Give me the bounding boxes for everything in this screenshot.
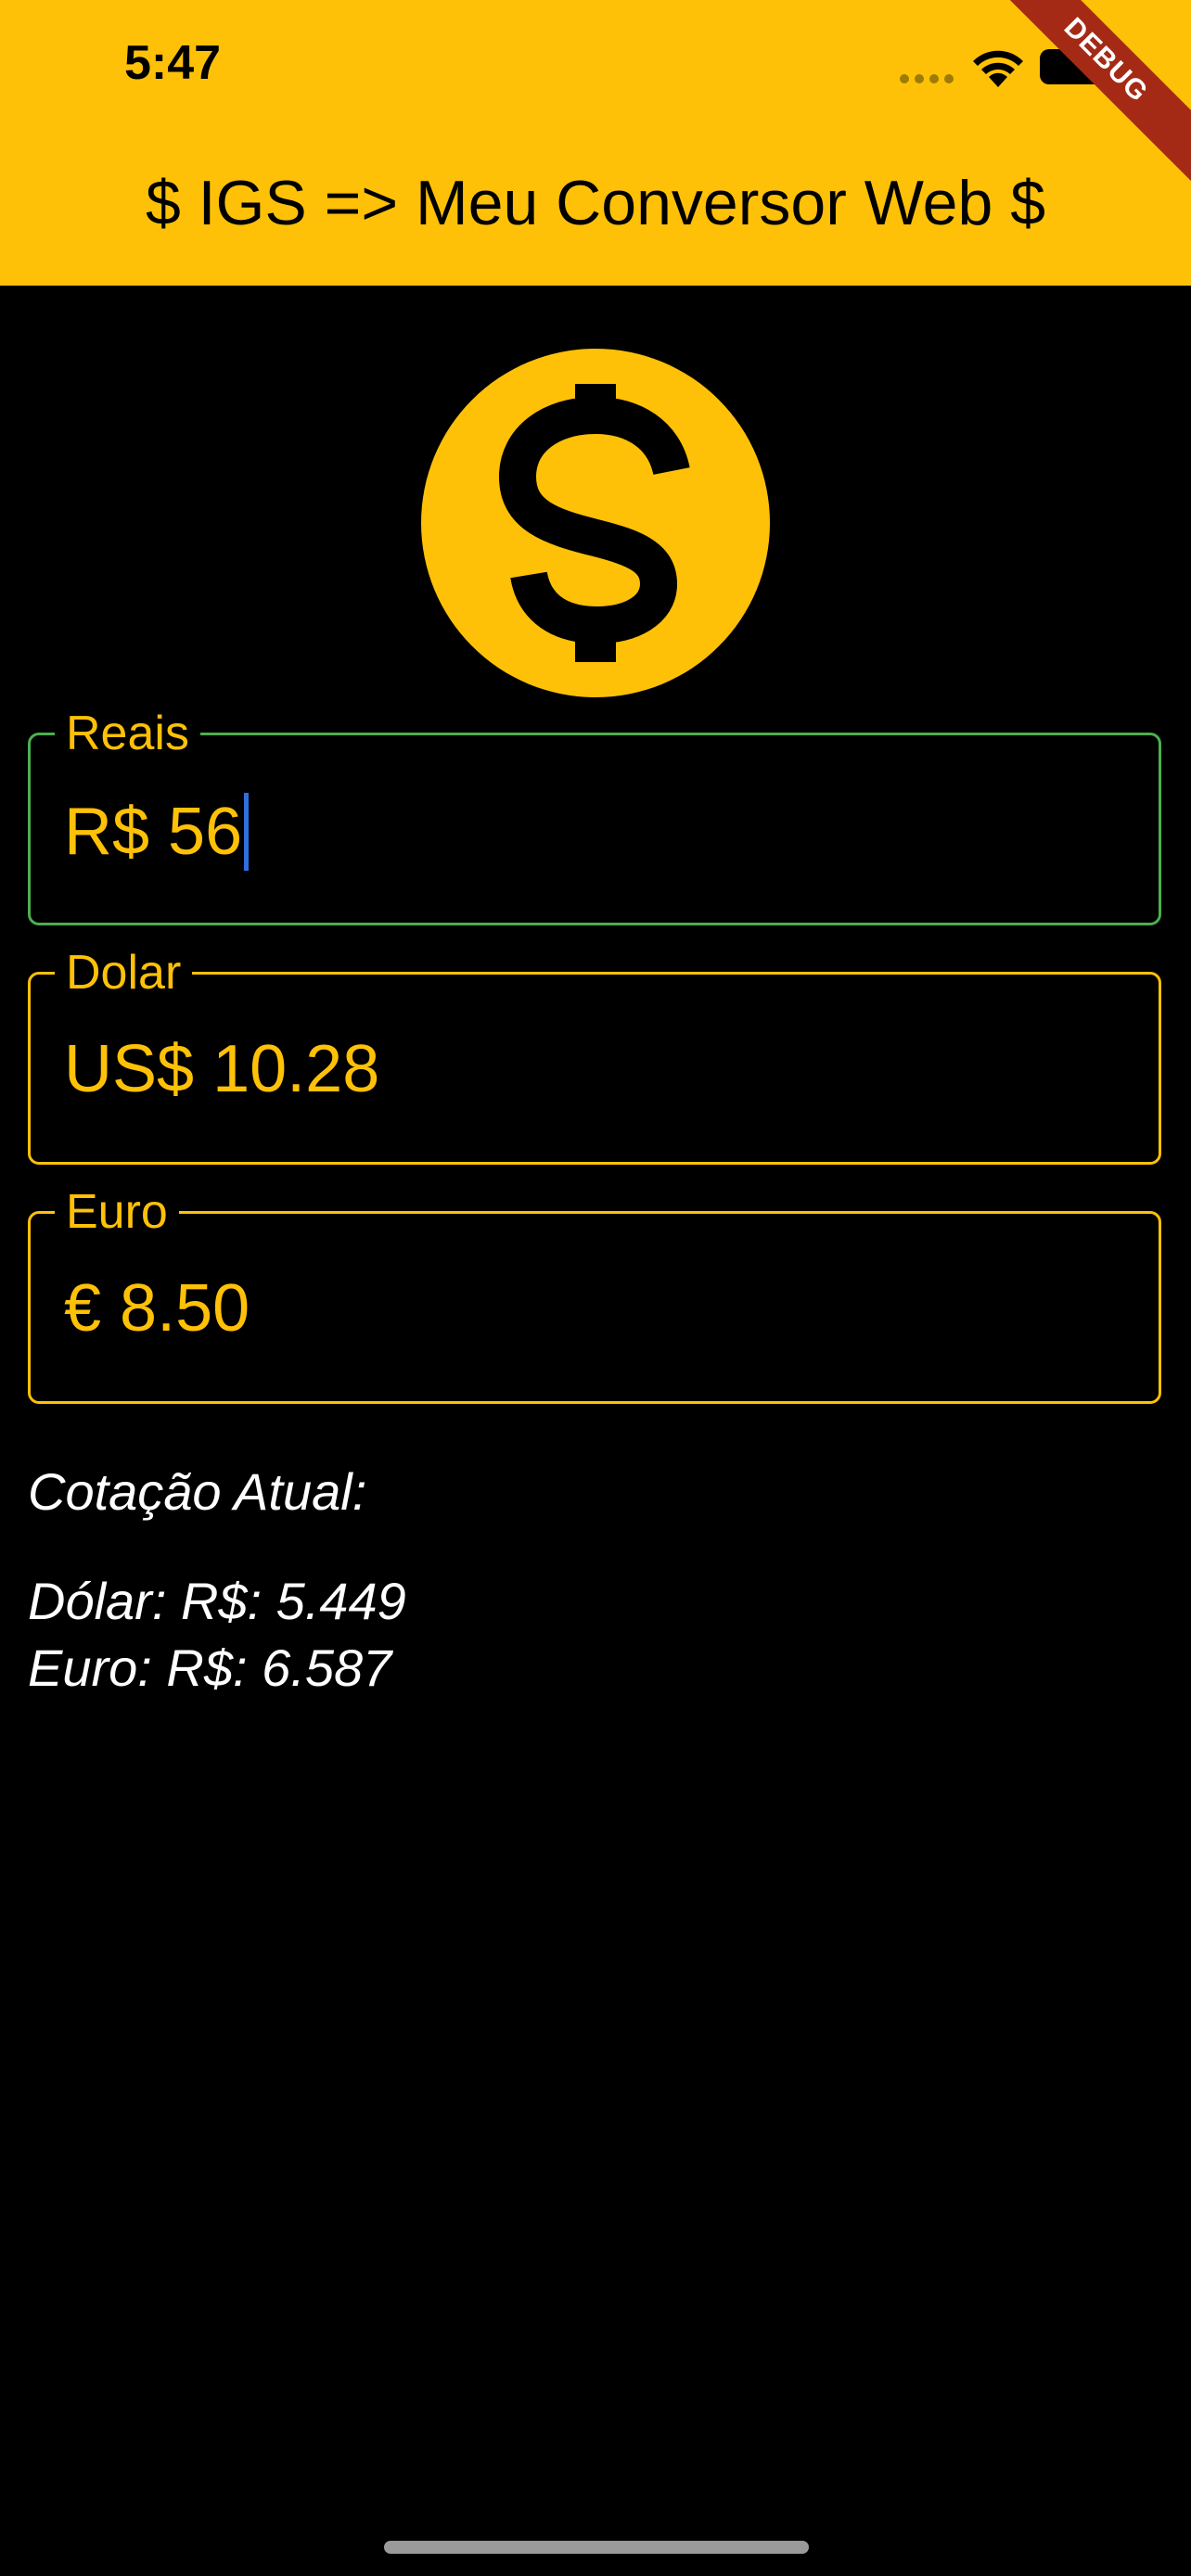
euro-input-value: € 8.50 [64,1271,250,1345]
quote-heading: Cotação Atual: [28,1462,367,1521]
euro-field-label: Euro [55,1184,179,1240]
dolar-input[interactable]: US$ 10.28 [64,1032,379,1106]
home-indicator[interactable] [384,2541,809,2554]
signal-dots-icon [900,74,957,83]
dolar-field-label: Dolar [55,945,193,1001]
app-title: $ IGS => Meu Conversor Web $ [145,168,1046,238]
status-time: 5:47 [124,36,222,90]
app-bar: 5:47 $ IGS => Meu Conversor Web $ [0,0,1191,286]
euro-input[interactable]: € 8.50 [64,1271,250,1345]
dolar-input-value: US$ 10.28 [64,1032,380,1106]
reais-input-value: R$ 56 [64,795,243,869]
app-screen: 5:47 $ IGS => Meu Conversor Web $ DEBUG [0,0,1191,2576]
wifi-icon [970,46,1026,89]
dolar-field[interactable]: Dolar US$ 10.28 [28,945,1161,1165]
dollar-circle-icon [421,349,770,697]
euro-field[interactable]: Euro € 8.50 [28,1184,1161,1404]
reais-field[interactable]: Reais R$ 56 [28,706,1161,925]
euro-quote: Euro: R$: 6.587 [28,1639,392,1697]
reais-input[interactable]: R$ 56 [64,793,250,871]
dollar-quote: Dólar: R$: 5.449 [28,1572,406,1630]
text-caret [244,793,250,871]
reais-field-label: Reais [55,706,200,761]
